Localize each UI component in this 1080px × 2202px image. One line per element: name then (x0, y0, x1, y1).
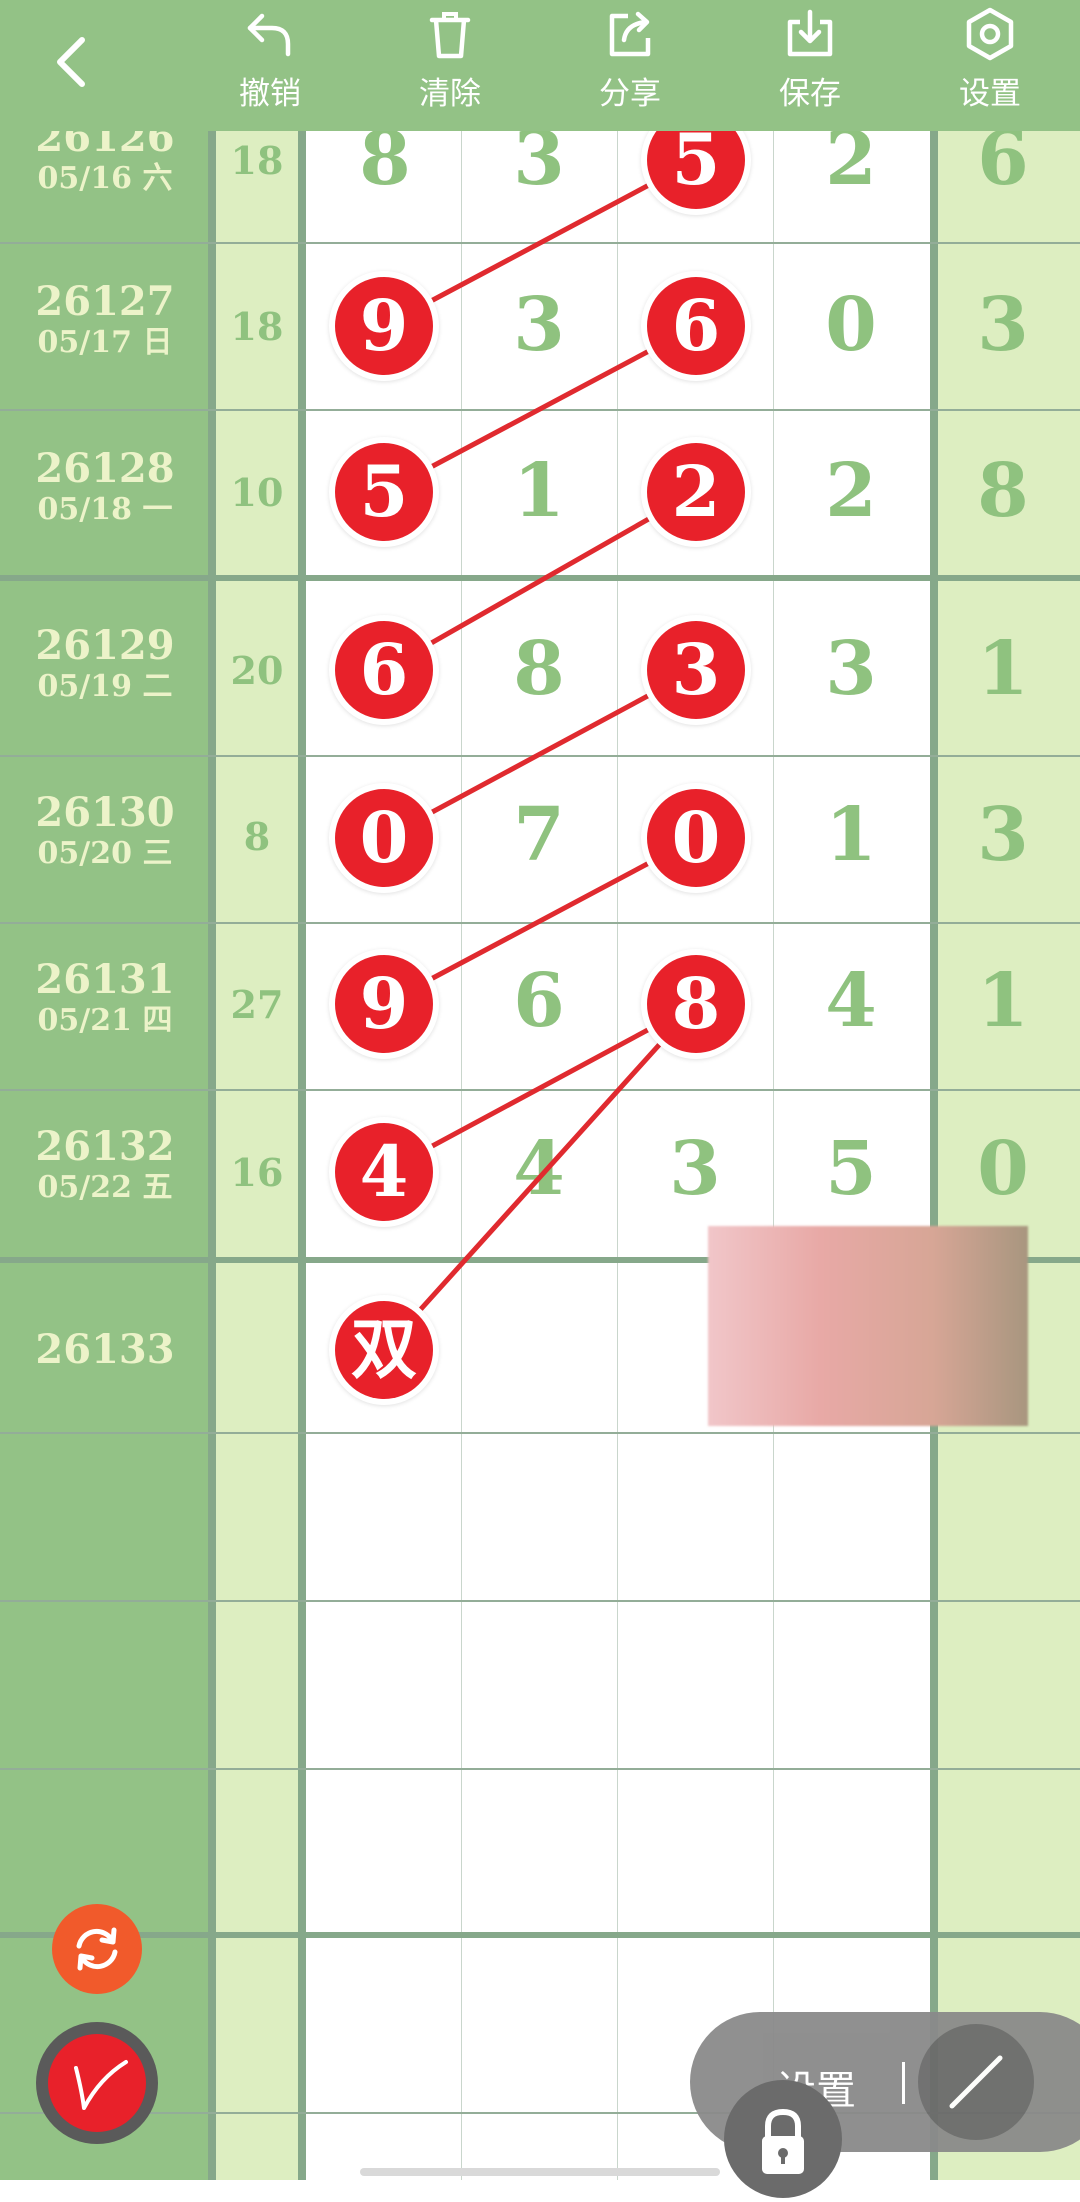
ball-marker[interactable]: 2 (641, 437, 751, 547)
lock-icon (762, 2108, 804, 2174)
refresh-button[interactable] (52, 1904, 142, 1994)
ball-digit: 9 (335, 277, 433, 375)
share-label: 分享 (599, 76, 661, 112)
draw-mode-button[interactable] (36, 2022, 158, 2144)
ball-digit: 8 (647, 955, 745, 1053)
ball-marker[interactable]: 9 (329, 949, 439, 1059)
ball-marker[interactable]: 0 (329, 783, 439, 893)
ball-marker[interactable]: 6 (641, 271, 751, 381)
refresh-icon (76, 1927, 118, 1971)
ball-digit: 6 (335, 621, 433, 719)
clear-button[interactable]: 清除 (390, 6, 510, 122)
undo-icon (247, 13, 291, 57)
trend-lines (381, 157, 699, 1353)
clear-label: 清除 (419, 76, 481, 112)
settings-button[interactable]: 设置 (930, 6, 1050, 122)
back-button[interactable] (40, 22, 110, 102)
line-tool-icon (949, 2055, 1003, 2109)
settings-hex-icon (966, 7, 1014, 61)
ball-marker[interactable]: 4 (329, 1117, 439, 1227)
ball-marker[interactable]: 8 (641, 949, 751, 1059)
ball-marker[interactable]: 双 (329, 1295, 439, 1405)
ball-digit: 4 (335, 1123, 433, 1221)
ball-marker[interactable]: 0 (641, 783, 751, 893)
settings-label: 设置 (959, 76, 1021, 112)
top-toolbar: 撤销 清除 分享 保存 设置 (0, 0, 1080, 131)
ball-marker[interactable]: 5 (329, 437, 439, 547)
pen-button-face (48, 2034, 146, 2132)
download-icon (787, 9, 833, 57)
undo-button[interactable]: 撤销 (210, 6, 330, 122)
ball-digit: 双 (335, 1301, 433, 1399)
trash-icon (429, 12, 471, 59)
back-icon (57, 37, 85, 87)
ball-digit: 3 (647, 621, 745, 719)
pen-icon (74, 2060, 128, 2110)
ball-digit: 2 (647, 443, 745, 541)
undo-label: 撤销 (239, 76, 301, 112)
lock-button[interactable] (724, 2080, 842, 2198)
ball-digit: 0 (335, 789, 433, 887)
blurred-overlay (708, 1226, 1028, 1426)
home-indicator[interactable] (360, 2168, 720, 2176)
ball-marker[interactable]: 6 (329, 615, 439, 725)
ball-marker[interactable]: 9 (329, 271, 439, 381)
ball-digit: 5 (335, 443, 433, 541)
share-button[interactable]: 分享 (570, 6, 690, 122)
panel-separator (902, 2062, 905, 2104)
ball-digit: 6 (647, 277, 745, 375)
save-label: 保存 (779, 76, 841, 112)
ball-digit: 9 (335, 955, 433, 1053)
save-button[interactable]: 保存 (750, 6, 870, 122)
ball-marker[interactable]: 3 (641, 615, 751, 725)
share-icon (609, 11, 651, 57)
line-tool-button[interactable] (918, 2024, 1034, 2140)
ball-digit: 0 (647, 789, 745, 887)
